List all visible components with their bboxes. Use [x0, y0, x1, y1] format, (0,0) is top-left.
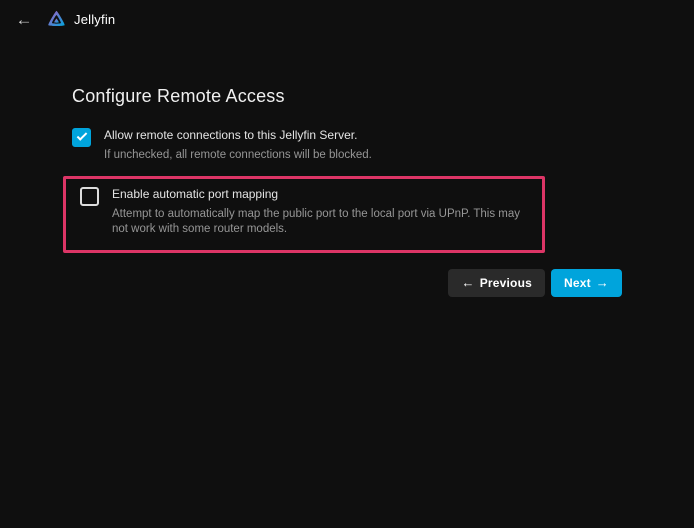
allow-remote-label[interactable]: Allow remote connections to this Jellyfi… [104, 127, 372, 143]
wizard-nav-buttons: ← Previous Next → [72, 269, 622, 297]
app-header: ← Jellyfin [0, 0, 694, 38]
next-button-label: Next [564, 276, 591, 290]
highlight-annotation-box: Enable automatic port mapping Attempt to… [63, 176, 545, 253]
port-mapping-help: Attempt to automatically map the public … [112, 207, 532, 238]
next-button[interactable]: Next → [551, 269, 622, 297]
port-mapping-label[interactable]: Enable automatic port mapping [112, 186, 532, 202]
allow-remote-checkbox[interactable] [72, 128, 91, 147]
arrow-left-icon: ← [461, 275, 474, 290]
app-title: Jellyfin [74, 12, 115, 27]
arrow-left-icon: ← [16, 11, 33, 28]
wizard-page: Configure Remote Access Allow remote con… [72, 38, 622, 297]
back-button[interactable]: ← [12, 7, 36, 31]
brand: Jellyfin [46, 9, 115, 30]
previous-button[interactable]: ← Previous [448, 269, 545, 297]
check-icon [77, 130, 88, 141]
jellyfin-logo-icon [46, 9, 67, 30]
previous-button-label: Previous [480, 276, 532, 290]
allow-remote-help: If unchecked, all remote connections wil… [104, 148, 372, 164]
page-title: Configure Remote Access [72, 86, 622, 107]
arrow-right-icon: → [596, 275, 609, 290]
port-mapping-option: Enable automatic port mapping Attempt to… [80, 186, 532, 238]
allow-remote-option: Allow remote connections to this Jellyfi… [72, 127, 622, 164]
port-mapping-checkbox[interactable] [80, 187, 99, 206]
